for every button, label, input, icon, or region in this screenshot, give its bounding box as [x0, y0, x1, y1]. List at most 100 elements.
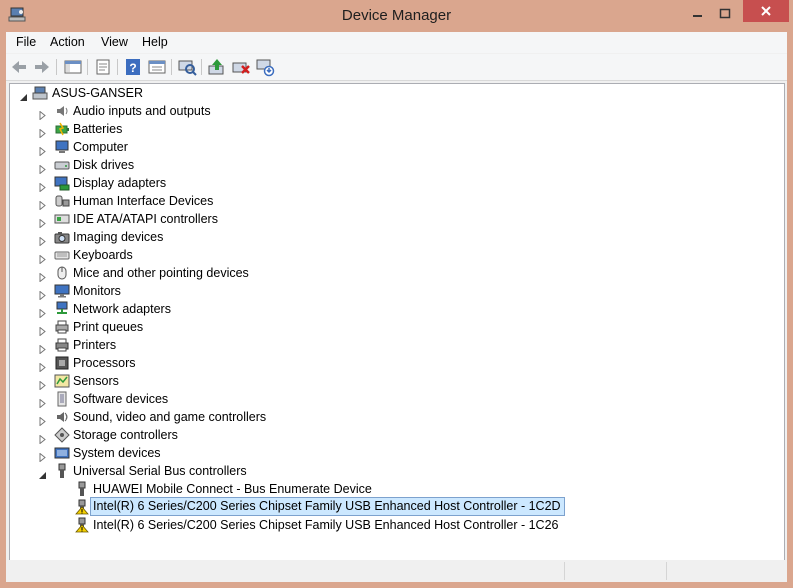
usb-device-label: Intel(R) 6 Series/C200 Series Chipset Fa…	[93, 518, 559, 532]
tree-category-item[interactable]: Print queues	[10, 318, 410, 337]
tree-category-item[interactable]: Batteries	[10, 120, 410, 139]
update-driver-icon[interactable]	[207, 57, 227, 77]
tree-category-item[interactable]: IDE ATA/ATAPI controllers	[10, 210, 410, 229]
back-icon[interactable]	[9, 57, 29, 77]
usb-icon	[54, 463, 70, 479]
menu-file[interactable]: File	[16, 35, 36, 49]
disable-device-icon[interactable]	[255, 57, 275, 77]
properties-icon[interactable]	[93, 57, 113, 77]
usb-device-item[interactable]: HUAWEI Mobile Connect - Bus Enumerate De…	[10, 480, 550, 498]
menu-action[interactable]: Action	[50, 35, 85, 49]
tree-category-item[interactable]: Software devices	[10, 390, 410, 409]
toolbar-separator	[201, 59, 202, 75]
expand-arrow-icon[interactable]	[38, 449, 47, 463]
tree-category-item[interactable]: Printers	[10, 336, 410, 355]
scan-hardware-icon[interactable]	[177, 57, 197, 77]
menu-view[interactable]: View	[101, 35, 128, 49]
tree-category-item[interactable]: Keyboards	[10, 246, 410, 265]
tree-root-label: ASUS-GANSER	[52, 86, 143, 100]
expand-arrow-icon[interactable]	[38, 233, 47, 247]
expand-arrow-icon[interactable]	[38, 143, 47, 157]
tree-category-item[interactable]: Storage controllers	[10, 426, 410, 445]
expand-arrow-icon[interactable]	[38, 287, 47, 301]
tree-category-item[interactable]: Audio inputs and outputs	[10, 102, 410, 121]
mouse-icon	[54, 265, 70, 281]
tree-category-label: Monitors	[73, 284, 121, 298]
tree-category-label: Keyboards	[73, 248, 133, 262]
status-divider	[666, 562, 667, 580]
tree-category-label: Audio inputs and outputs	[73, 104, 211, 118]
tree-category-item[interactable]: Human Interface Devices	[10, 192, 410, 211]
window-body: File Action View Help ? ASUS-GANSER Audi…	[6, 32, 787, 582]
expand-arrow-icon[interactable]	[38, 305, 47, 319]
tree-category-label: System devices	[73, 446, 161, 460]
expand-arrow-icon[interactable]	[38, 161, 47, 175]
expand-arrow-icon[interactable]	[38, 269, 47, 283]
expand-arrow-icon[interactable]	[38, 107, 47, 121]
device-tree[interactable]: ASUS-GANSER Audio inputs and outputs Batt…	[9, 83, 785, 563]
tree-category-item[interactable]: Mice and other pointing devices	[10, 264, 410, 283]
toolbar: ?	[6, 54, 787, 81]
tree-category-item[interactable]: Universal Serial Bus controllers	[10, 462, 410, 480]
title-bar: Device Manager	[0, 0, 793, 32]
expand-arrow-icon[interactable]	[38, 395, 47, 409]
display-adapter-icon	[54, 175, 70, 191]
ide-controller-icon	[54, 211, 70, 227]
console-view-icon[interactable]	[147, 57, 167, 77]
battery-icon	[54, 121, 70, 137]
disk-drive-icon	[54, 157, 70, 173]
expand-arrow-icon[interactable]	[38, 359, 47, 373]
collapse-arrow-icon[interactable]	[38, 467, 47, 479]
expand-arrow-icon[interactable]	[38, 323, 47, 337]
tree-category-item[interactable]: Disk drives	[10, 156, 410, 175]
usb-device-item[interactable]: Intel(R) 6 Series/C200 Series Chipset Fa…	[10, 516, 558, 534]
tree-category-item[interactable]: Sensors	[10, 372, 410, 391]
expand-arrow-icon[interactable]	[38, 341, 47, 355]
tree-category-item[interactable]: Processors	[10, 354, 410, 373]
tree-category-label: Sensors	[73, 374, 119, 388]
toolbar-separator	[87, 59, 88, 75]
uninstall-device-icon[interactable]	[231, 57, 251, 77]
forward-icon[interactable]	[32, 57, 52, 77]
keyboard-icon	[54, 247, 70, 263]
tree-category-label: Computer	[73, 140, 128, 154]
menu-help[interactable]: Help	[142, 35, 168, 49]
tree-category-item[interactable]: Sound, video and game controllers	[10, 408, 410, 427]
tree-category-label: Storage controllers	[73, 428, 178, 442]
show-hide-console-tree-icon[interactable]	[63, 57, 83, 77]
tree-root[interactable]: ASUS-GANSER	[10, 84, 310, 102]
expand-arrow-icon[interactable]	[38, 125, 47, 139]
tree-category-item[interactable]: Monitors	[10, 282, 410, 301]
system-device-icon	[54, 445, 70, 461]
tree-category-item[interactable]: Network adapters	[10, 300, 410, 319]
tree-category-item[interactable]: Computer	[10, 138, 410, 157]
expand-arrow-icon[interactable]	[38, 215, 47, 229]
computer-root-icon	[32, 85, 48, 101]
usb-device-label: Intel(R) 6 Series/C200 Series Chipset Fa…	[90, 497, 565, 516]
status-divider	[564, 562, 565, 580]
tree-category-label: Printers	[73, 338, 117, 352]
maximize-button[interactable]	[712, 3, 738, 23]
expand-arrow-icon[interactable]	[38, 431, 47, 445]
monitor-icon	[54, 283, 70, 299]
expand-arrow-icon[interactable]	[38, 413, 47, 427]
tree-category-label: Processors	[73, 356, 136, 370]
usb-device-item-selected[interactable]: Intel(R) 6 Series/C200 Series Chipset Fa…	[10, 497, 565, 516]
expand-arrow-icon[interactable]	[38, 377, 47, 391]
tree-category-item[interactable]: Display adapters	[10, 174, 410, 193]
collapse-arrow-icon[interactable]	[19, 89, 28, 101]
expand-arrow-icon[interactable]	[38, 197, 47, 211]
expand-arrow-icon[interactable]	[38, 251, 47, 265]
close-button[interactable]	[743, 0, 789, 22]
tree-category-label: Universal Serial Bus controllers	[73, 464, 247, 478]
help-icon[interactable]: ?	[123, 57, 143, 77]
tree-category-label: IDE ATA/ATAPI controllers	[73, 212, 218, 226]
window-title: Device Manager	[341, 7, 452, 24]
camera-icon	[54, 229, 70, 245]
tree-category-label: Software devices	[73, 392, 169, 406]
tree-category-item[interactable]: Imaging devices	[10, 228, 410, 247]
tree-category-item[interactable]: System devices	[10, 444, 410, 463]
storage-controller-icon	[54, 427, 70, 443]
expand-arrow-icon[interactable]	[38, 179, 47, 193]
minimize-button[interactable]	[684, 3, 710, 23]
